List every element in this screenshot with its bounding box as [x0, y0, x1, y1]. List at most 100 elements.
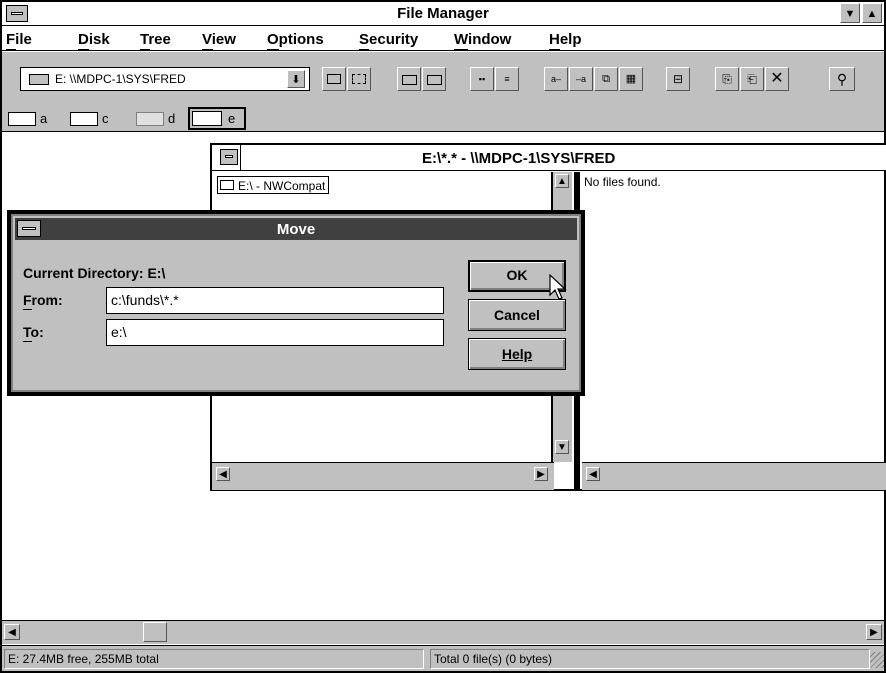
- mouse-pointer-icon: [549, 274, 567, 300]
- menu-options[interactable]: Options: [267, 31, 324, 48]
- hard-drive-icon: [70, 112, 98, 126]
- network-drive-icon: [192, 111, 222, 126]
- tree-item-root[interactable]: E:\ - NWCompat: [217, 176, 330, 194]
- child-title-bar[interactable]: E:\*.* - \\MDPC-1\SYS\FRED: [212, 145, 886, 171]
- large-icons-button[interactable]: ▪▪: [470, 67, 494, 91]
- connect-drive-icon: [327, 74, 341, 84]
- arrow-down-icon: ▼: [557, 442, 567, 453]
- files-hscrollbar[interactable]: ◀: [582, 462, 886, 490]
- drive-path: E: \\MDPC-1\SYS\FRED: [55, 72, 186, 86]
- files-pane: No files found.: [582, 172, 886, 462]
- from-label: From:: [23, 292, 63, 308]
- main-scroll-right[interactable]: ▶: [866, 624, 882, 640]
- disconnect-drive-icon: [352, 74, 366, 84]
- status-free-space: E: 27.4MB free, 255MB total: [4, 649, 424, 669]
- dialog-title-bar[interactable]: Move: [15, 218, 577, 240]
- move-button[interactable]: ⎗: [740, 67, 764, 91]
- minimize-button[interactable]: ▼: [840, 3, 860, 23]
- to-label: To:: [23, 324, 44, 340]
- stop-sharing-button[interactable]: [422, 67, 446, 91]
- menu-disk[interactable]: Disk: [78, 31, 110, 48]
- current-directory-label: Current Directory: E:\: [23, 265, 166, 281]
- share-as-button[interactable]: [397, 67, 421, 91]
- tree-scroll-up[interactable]: ▲: [555, 174, 569, 188]
- menu-security[interactable]: Security: [359, 31, 418, 48]
- small-icons-button[interactable]: ≡: [495, 67, 519, 91]
- help-button[interactable]: Help: [468, 338, 566, 370]
- sort-by-name-button[interactable]: a–: [544, 67, 568, 91]
- move-icon: ⎗: [747, 72, 757, 86]
- window-title: File Manager: [397, 5, 489, 22]
- minimize-icon: ▼: [844, 8, 856, 20]
- from-input[interactable]: c:\funds\*.*: [106, 287, 444, 314]
- cdrom-drive-icon: [136, 112, 164, 126]
- menu-bar: File Disk Tree View Options Security Win…: [2, 27, 884, 51]
- sort-date-icon: ▦: [625, 73, 637, 85]
- open-folder-icon: [220, 180, 234, 190]
- list-icon: ▪▪: [478, 74, 486, 84]
- floppy-drive-icon: [8, 112, 36, 126]
- to-input[interactable]: e:\: [106, 319, 444, 346]
- status-bar: E: 27.4MB free, 255MB total Total 0 file…: [2, 645, 884, 671]
- drive-bar: a c d e: [2, 106, 884, 132]
- tree-hscrollbar[interactable]: ◀ ▶: [212, 462, 554, 490]
- arrow-right-icon: ▶: [537, 469, 545, 480]
- system-menu-icon: [225, 155, 233, 158]
- sort-size-icon: ⧉: [602, 73, 610, 85]
- connect-drive-button[interactable]: [322, 67, 346, 91]
- menu-help[interactable]: Help: [549, 31, 582, 48]
- delete-x-icon: ✕: [770, 70, 784, 87]
- drive-d[interactable]: d: [136, 109, 186, 129]
- tree-scroll-left[interactable]: ◀: [216, 467, 230, 481]
- child-system-menu-button[interactable]: [220, 149, 238, 165]
- drive-e[interactable]: e: [188, 107, 246, 130]
- drive-a[interactable]: a: [8, 109, 58, 129]
- maximize-button[interactable]: ▲: [862, 3, 882, 23]
- copy-button[interactable]: ⎘: [715, 67, 739, 91]
- menu-view[interactable]: View: [202, 31, 236, 48]
- combo-dropdown-button[interactable]: ⬇: [287, 70, 305, 88]
- arrow-right-icon: ▶: [870, 627, 878, 638]
- permissions-button[interactable]: ⚲: [829, 67, 855, 91]
- main-hscrollbar[interactable]: ◀ ▶: [2, 620, 884, 644]
- tree-scroll-down[interactable]: ▼: [555, 440, 569, 454]
- drive-c[interactable]: c: [70, 109, 120, 129]
- arrow-left-icon: ◀: [219, 469, 227, 480]
- arrow-down-icon: ⬇: [291, 74, 301, 86]
- sort-name-icon: a–: [550, 74, 561, 84]
- share-folder-icon: [402, 75, 417, 85]
- no-files-message: No files found.: [584, 175, 661, 189]
- sort-by-type-button[interactable]: –a: [569, 67, 593, 91]
- menu-window[interactable]: Window: [454, 31, 511, 48]
- size-grip-icon[interactable]: [870, 652, 884, 668]
- disconnect-drive-button[interactable]: [347, 67, 371, 91]
- stop-sharing-icon: [427, 75, 442, 85]
- new-window-icon: ⊟: [672, 72, 684, 86]
- menu-file[interactable]: File: [6, 31, 32, 48]
- network-drive-icon: [29, 74, 49, 85]
- sort-by-date-button[interactable]: ▦: [619, 67, 643, 91]
- main-scroll-thumb[interactable]: [143, 622, 167, 642]
- arrow-left-icon: ◀: [589, 469, 597, 480]
- arrow-up-icon: ▲: [557, 176, 567, 187]
- toolbar: E: \\MDPC-1\SYS\FRED ⬇ ▪▪ ≡ a– –a ⧉ ▦ ⊟ …: [2, 52, 884, 108]
- maximize-icon: ▲: [866, 8, 878, 20]
- main-scroll-left[interactable]: ◀: [4, 624, 20, 640]
- details-icon: ≡: [504, 74, 510, 84]
- status-file-count: Total 0 file(s) (0 bytes): [430, 649, 870, 669]
- sort-by-size-button[interactable]: ⧉: [594, 67, 618, 91]
- drive-combo[interactable]: E: \\MDPC-1\SYS\FRED ⬇: [20, 67, 310, 91]
- tree-scroll-right[interactable]: ▶: [534, 467, 548, 481]
- sort-type-icon: –a: [575, 74, 586, 84]
- new-window-button[interactable]: ⊟: [666, 67, 690, 91]
- child-window-title: E:\*.* - \\MDPC-1\SYS\FRED: [422, 150, 616, 167]
- files-scroll-left[interactable]: ◀: [586, 467, 600, 481]
- title-bar[interactable]: File Manager ▼ ▲: [2, 2, 884, 26]
- delete-button[interactable]: ✕: [765, 67, 789, 91]
- menu-tree[interactable]: Tree: [140, 31, 171, 48]
- key-icon: ⚲: [836, 71, 848, 87]
- arrow-left-icon: ◀: [8, 627, 16, 638]
- cancel-button[interactable]: Cancel: [468, 299, 566, 331]
- dialog-title: Move: [276, 221, 316, 238]
- move-dialog[interactable]: Move Current Directory: E:\ From: c:\fun…: [7, 210, 585, 396]
